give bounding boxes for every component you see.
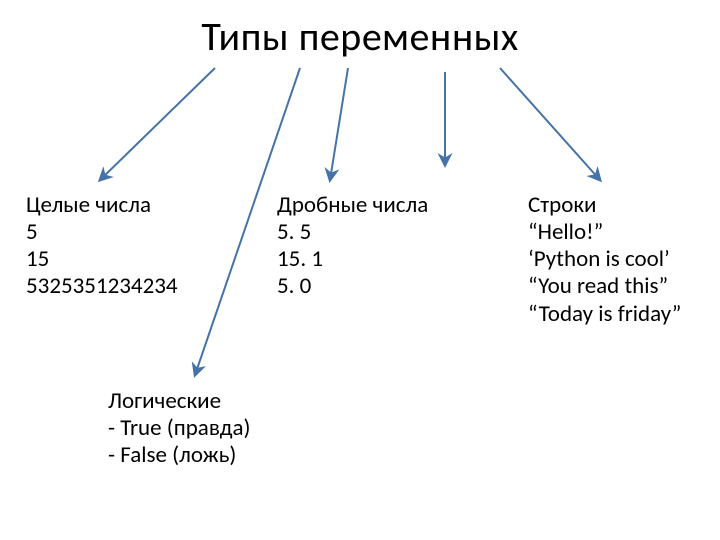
strings-block: Строки “Hello!” ‘Python is cool’ “You re… xyxy=(528,192,681,328)
integers-value-1: 5 xyxy=(26,219,178,246)
strings-heading: Строки xyxy=(528,192,681,219)
integers-heading: Целые числа xyxy=(26,192,178,219)
integers-value-2: 15 xyxy=(26,246,178,273)
floats-block: Дробные числа 5. 5 15. 1 5. 0 xyxy=(277,192,428,301)
floats-value-3: 5. 0 xyxy=(277,273,428,300)
arrow-to-floats xyxy=(330,68,348,180)
strings-value-1: “Hello!” xyxy=(528,219,681,246)
floats-heading: Дробные числа xyxy=(277,192,428,219)
arrow-to-integers xyxy=(100,68,215,180)
arrow-to-strings xyxy=(500,68,600,180)
slide-title: Типы переменных xyxy=(0,12,720,61)
booleans-block: Логические - True (правда) - False (ложь… xyxy=(108,388,250,469)
integers-block: Целые числа 5 15 5325351234234 xyxy=(26,192,178,301)
booleans-value-1: - True (правда) xyxy=(108,415,250,442)
booleans-heading: Логические xyxy=(108,388,250,415)
floats-value-2: 15. 1 xyxy=(277,246,428,273)
strings-value-3: “You read this” xyxy=(528,273,681,300)
strings-value-4: “Today is friday” xyxy=(528,301,681,328)
slide: Типы переменных Целые числа 5 15 5325351… xyxy=(0,0,720,540)
floats-value-1: 5. 5 xyxy=(277,219,428,246)
integers-value-3: 5325351234234 xyxy=(26,273,178,300)
strings-value-2: ‘Python is cool’ xyxy=(528,246,681,273)
booleans-value-2: - False (ложь) xyxy=(108,442,250,469)
